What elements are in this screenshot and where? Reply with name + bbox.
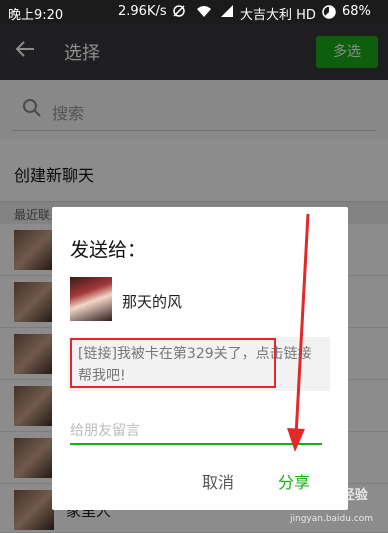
carrier-name: 大吉大利 HD — [240, 8, 316, 23]
watermark-url: jingyan.baidu.com — [290, 514, 374, 524]
message-input[interactable] — [70, 419, 322, 443]
watermark: Baidu经验 — [300, 488, 368, 503]
message-field[interactable] — [70, 419, 322, 445]
signal-icon — [221, 5, 233, 17]
recipient-name: 那天的风 — [122, 293, 183, 311]
share-dialog: 发送给： 那天的风 [链接]我被卡在第329关了，点击链接帮我吧! 取消 分享 — [52, 207, 348, 510]
recipient-avatar — [70, 277, 112, 321]
alarm-off-icon — [173, 5, 185, 17]
annotation-box — [70, 338, 276, 388]
wifi-icon — [197, 6, 211, 17]
status-bar: 晚上9:20 2.96K/s 大吉大利 HD 68% — [0, 0, 388, 24]
dialog-title: 发送给： — [70, 239, 147, 261]
battery-icon — [322, 5, 336, 19]
cancel-button[interactable]: 取消 — [202, 469, 234, 493]
battery-level: 68% — [342, 4, 371, 19]
network-speed: 2.96K/s — [118, 4, 167, 19]
status-time: 晚上9:20 — [8, 8, 64, 23]
